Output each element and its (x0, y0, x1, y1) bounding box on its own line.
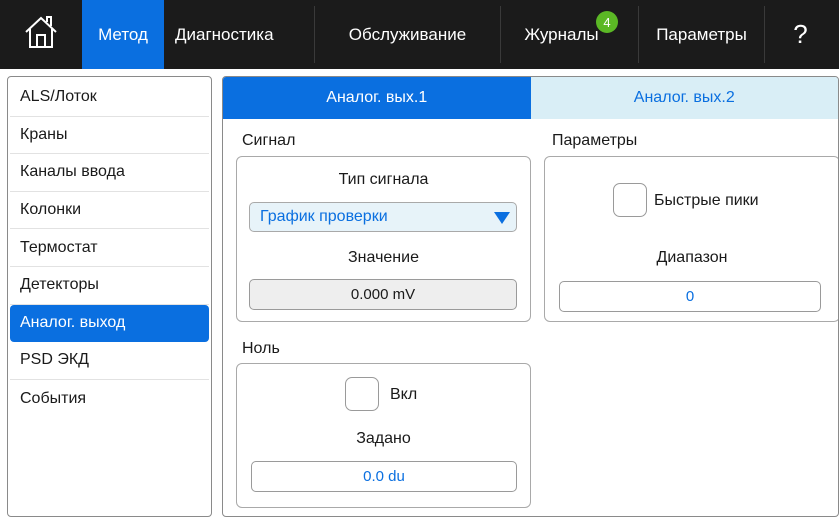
signal-value: 0.000 mV (350, 286, 416, 303)
tab-method-label: Метод (98, 24, 148, 44)
signal-value-label: Значение (348, 249, 419, 266)
sidebar-item-inlets[interactable]: Каналы ввода (10, 154, 209, 192)
sidebar-item-label: Термостат (20, 238, 98, 256)
tab-service-label: Обслуживание (348, 24, 467, 44)
fast-peaks-checkbox[interactable] (613, 183, 647, 217)
sidebar-item-events[interactable]: События (10, 380, 209, 418)
tab-diagnostics-label: Диагностика (175, 24, 274, 44)
sidebar-item-label: Колонки (20, 201, 82, 219)
help-icon: ? (793, 19, 808, 49)
tab-label: Аналог. вых.2 (633, 89, 735, 106)
tab-diagnostics[interactable]: Диагностика (164, 0, 314, 69)
zero-section-title: Ноль (242, 340, 280, 357)
fast-peaks-label: Быстрые пики (654, 192, 759, 209)
tab-method[interactable]: Метод (82, 0, 164, 69)
zero-set-label: Задано (356, 430, 411, 447)
sidebar-item-label: События (20, 389, 87, 407)
range-field[interactable]: 0 (559, 281, 821, 312)
home-icon (21, 12, 61, 57)
range-label: Диапазон (656, 249, 728, 266)
tab-analog-out-2[interactable]: Аналог. вых.2 (530, 77, 838, 119)
signal-section-title: Сигнал (242, 132, 296, 149)
dropdown-arrow-icon (494, 212, 510, 224)
tab-label: Аналог. вых.1 (326, 89, 428, 106)
sidebar-item-als-tray[interactable]: ALS/Лоток (10, 79, 209, 117)
signal-type-select[interactable]: График проверки (249, 202, 517, 232)
tab-service[interactable]: Обслуживание (315, 0, 500, 69)
tab-logs-label: Журналы (524, 24, 599, 44)
zero-on-checkbox[interactable] (345, 377, 379, 411)
sidebar-item-label: Аналог. выход (20, 313, 126, 331)
sidebar-item-label: Каналы ввода (20, 163, 125, 181)
home-button[interactable] (0, 0, 82, 69)
tab-parameters[interactable]: Параметры (639, 0, 764, 69)
top-nav: Метод Диагностика Обслуживание Журналы 4… (0, 0, 839, 69)
zero-on-label: Вкл (390, 386, 418, 403)
output-tabs: Аналог. вых.1 Аналог. вых.2 (223, 77, 838, 119)
sidebar-item-detectors[interactable]: Детекторы (10, 267, 209, 305)
sidebar-item-label: Детекторы (20, 276, 99, 294)
main-panel: Аналог. вых.1 Аналог. вых.2 Сигнал Тип с… (222, 76, 839, 517)
sidebar-item-columns[interactable]: Колонки (10, 192, 209, 230)
sidebar: ALS/Лоток Краны Каналы ввода Колонки Тер… (7, 76, 212, 517)
sidebar-item-analog-output[interactable]: Аналог. выход (10, 304, 209, 343)
logs-count-badge: 4 (596, 11, 618, 33)
tab-parameters-label: Параметры (656, 24, 747, 44)
tab-analog-out-1[interactable]: Аналог. вых.1 (223, 77, 531, 119)
sidebar-item-label: PSD ЭКД (20, 351, 89, 369)
zero-set-value: 0.0 du (363, 468, 405, 485)
zero-set-field[interactable]: 0.0 du (251, 461, 517, 492)
sidebar-item-oven[interactable]: Термостат (10, 229, 209, 267)
sidebar-item-psd-ekd[interactable]: PSD ЭКД (10, 342, 209, 380)
range-value: 0 (685, 288, 695, 305)
sidebar-item-valves[interactable]: Краны (10, 117, 209, 155)
signal-group: Тип сигнала График проверки Значение 0.0… (236, 156, 531, 322)
sidebar-item-label: Краны (20, 125, 68, 143)
zero-group: Вкл Задано 0.0 du (236, 363, 531, 508)
tab-logs[interactable]: Журналы 4 (501, 0, 638, 69)
help-button[interactable]: ? (765, 0, 836, 69)
sidebar-item-label: ALS/Лоток (20, 88, 97, 106)
params-section-title: Параметры (552, 132, 638, 149)
signal-value-display: 0.000 mV (249, 279, 517, 310)
signal-type-value: График проверки (260, 208, 388, 225)
signal-type-label: Тип сигнала (338, 171, 429, 188)
params-group: Быстрые пики Диапазон 0 (544, 156, 838, 322)
